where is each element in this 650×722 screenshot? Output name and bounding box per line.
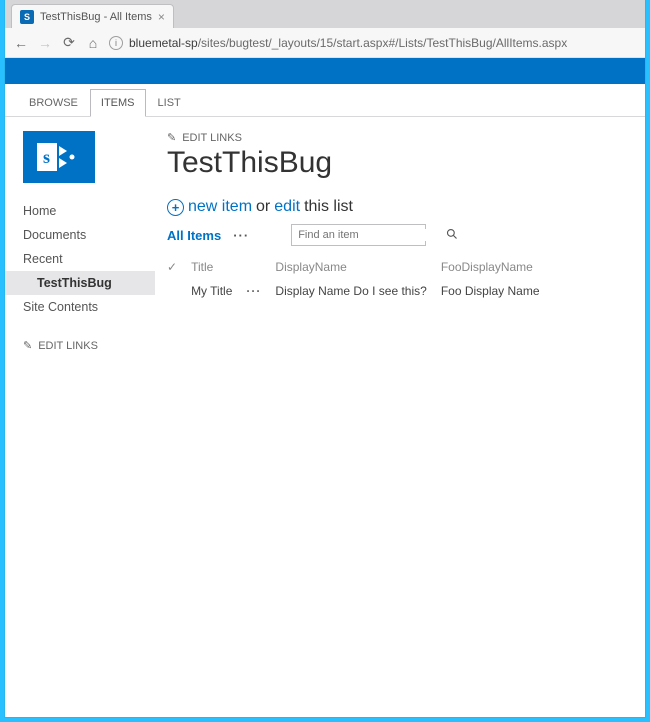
browser-tab-bar: S TestThisBug - All Items × bbox=[5, 0, 645, 28]
tab-items[interactable]: ITEMS bbox=[90, 89, 146, 117]
new-item-link[interactable]: new item bbox=[188, 198, 252, 216]
info-icon[interactable]: i bbox=[109, 36, 123, 50]
browser-tab[interactable]: S TestThisBug - All Items × bbox=[11, 4, 174, 28]
url-path: /sites/bugtest/_layouts/15/start.aspx#/L… bbox=[198, 36, 568, 50]
browser-toolbar: ← → ⟳ ⌂ i bluemetal-sp/sites/bugtest/_la… bbox=[5, 28, 645, 58]
close-icon[interactable]: × bbox=[158, 10, 165, 24]
tab-list[interactable]: LIST bbox=[148, 90, 191, 116]
tab-title: TestThisBug - All Items bbox=[40, 11, 152, 23]
sidebar-edit-links-label: EDIT LINKS bbox=[38, 340, 98, 352]
sidebar-nav: Home Documents Recent TestThisBug Site C… bbox=[5, 199, 155, 319]
new-item-row: + new item or edit this list bbox=[167, 198, 633, 216]
plus-icon[interactable]: + bbox=[167, 199, 184, 216]
main-area: ✎ EDIT LINKS TestThisBug + new item or e… bbox=[155, 117, 645, 717]
sidebar-edit-links[interactable]: ✎ EDIT LINKS bbox=[23, 339, 137, 352]
cell-title[interactable]: My Title bbox=[191, 282, 246, 300]
view-more-icon[interactable]: ··· bbox=[233, 228, 249, 243]
pencil-icon: ✎ bbox=[23, 339, 32, 352]
search-input[interactable] bbox=[292, 229, 446, 241]
sp-ribbon-strip bbox=[5, 58, 645, 84]
sp-ribbon-tabs: BROWSE ITEMS LIST bbox=[5, 84, 645, 117]
edit-link[interactable]: edit bbox=[274, 198, 300, 216]
view-toolbar: All Items ··· bbox=[167, 224, 633, 246]
list-table: ✓ Title DisplayName FooDisplayName My Ti… bbox=[167, 256, 554, 300]
select-all-column[interactable]: ✓ bbox=[167, 256, 191, 282]
url-host: bluemetal-sp bbox=[129, 36, 198, 50]
search-icon[interactable] bbox=[446, 228, 458, 243]
table-row[interactable]: My Title ··· Display Name Do I see this?… bbox=[167, 282, 554, 300]
col-foodisplayname[interactable]: FooDisplayName bbox=[441, 256, 554, 282]
pencil-icon: ✎ bbox=[167, 131, 176, 144]
forward-icon: → bbox=[37, 35, 53, 51]
col-title[interactable]: Title bbox=[191, 256, 246, 282]
sharepoint-favicon: S bbox=[20, 10, 34, 24]
page-title: TestThisBug bbox=[167, 146, 633, 180]
view-all-items[interactable]: All Items bbox=[167, 228, 221, 243]
home-icon[interactable]: ⌂ bbox=[85, 35, 101, 51]
col-displayname[interactable]: DisplayName bbox=[275, 256, 440, 282]
or-text: or bbox=[256, 198, 270, 216]
sidebar-item-sitecontents[interactable]: Site Contents bbox=[5, 295, 155, 319]
table-header-row: ✓ Title DisplayName FooDisplayName bbox=[167, 256, 554, 282]
sidebar-item-testthisbug[interactable]: TestThisBug bbox=[5, 271, 155, 295]
back-icon[interactable]: ← bbox=[13, 35, 29, 51]
tab-browse[interactable]: BROWSE bbox=[19, 90, 88, 116]
top-edit-links-label: EDIT LINKS bbox=[182, 132, 242, 144]
sharepoint-logo[interactable]: s bbox=[23, 131, 95, 183]
row-more-icon[interactable]: ··· bbox=[246, 284, 261, 298]
sidebar-item-home[interactable]: Home bbox=[5, 199, 155, 223]
sidebar: s Home Documents Recent TestThisBug Site… bbox=[5, 117, 155, 717]
cell-displayname: Display Name Do I see this? bbox=[275, 282, 440, 300]
sidebar-item-recent[interactable]: Recent bbox=[5, 247, 155, 271]
this-list-text: this list bbox=[304, 198, 353, 216]
top-edit-links[interactable]: ✎ EDIT LINKS bbox=[167, 131, 633, 144]
content-area: s Home Documents Recent TestThisBug Site… bbox=[5, 117, 645, 717]
reload-icon[interactable]: ⟳ bbox=[61, 34, 77, 51]
search-box[interactable] bbox=[291, 224, 426, 246]
sidebar-item-documents[interactable]: Documents bbox=[5, 223, 155, 247]
svg-text:s: s bbox=[43, 147, 50, 167]
address-bar[interactable]: i bluemetal-sp/sites/bugtest/_layouts/15… bbox=[109, 36, 637, 50]
cell-foodisplayname: Foo Display Name bbox=[441, 282, 554, 300]
